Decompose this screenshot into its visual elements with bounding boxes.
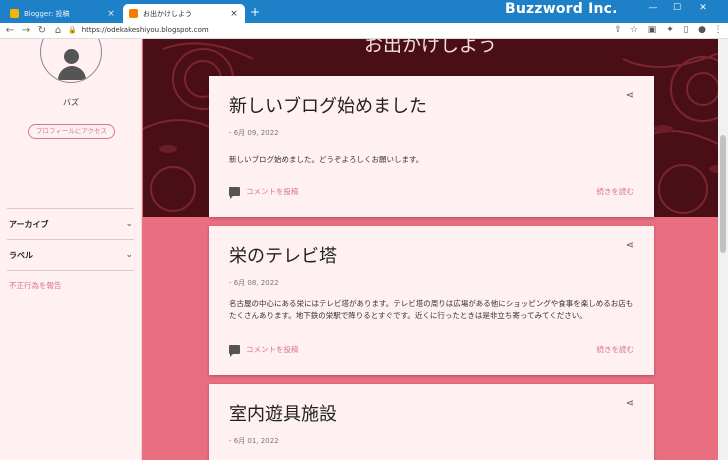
- sidebar-item-archive[interactable]: アーカイブ ⌄: [0, 209, 142, 239]
- comment-icon: [229, 345, 240, 357]
- share-icon[interactable]: ⋖: [626, 240, 634, 251]
- scrollbar-thumb[interactable]: [720, 135, 726, 253]
- tab-blogger-posts[interactable]: Blogger: 投稿 ×: [4, 4, 122, 23]
- blogger-favicon-icon: [10, 9, 19, 18]
- browser-tab-bar: Blogger: 投稿 × お出かけしよう × + Buzzword Inc. …: [0, 0, 728, 23]
- reload-icon[interactable]: ↻: [36, 24, 48, 37]
- watermark-text: Buzzword Inc.: [505, 1, 618, 17]
- profile-icon[interactable]: ●: [696, 24, 708, 37]
- sidebar-item-labels[interactable]: ラベル ⌄: [0, 240, 142, 270]
- maximize-button[interactable]: ☐: [668, 3, 686, 13]
- extension-icon[interactable]: ▣: [646, 24, 658, 37]
- menu-icon[interactable]: ⋮: [712, 24, 724, 37]
- post-date[interactable]: - 6月 01, 2022: [229, 436, 279, 446]
- read-more-link[interactable]: 続きを読む: [597, 344, 635, 355]
- forward-icon[interactable]: →: [20, 24, 32, 37]
- avatar-body-shape: [58, 66, 86, 80]
- chevron-down-icon: ⌄: [125, 219, 133, 229]
- post-date[interactable]: - 6月 09, 2022: [229, 128, 279, 138]
- post-card: ⋖ 室内遊具施設 - 6月 01, 2022: [209, 384, 654, 460]
- read-more-link[interactable]: 続きを読む: [597, 186, 635, 197]
- report-abuse-link[interactable]: 不正行為を報告: [9, 280, 62, 291]
- post-comment-link[interactable]: コメントを投稿: [229, 344, 299, 357]
- blog-title[interactable]: お出かけしよう: [143, 39, 718, 57]
- comment-label: コメントを投稿: [246, 187, 299, 196]
- divider: [7, 270, 134, 271]
- blog-page: お出かけしよう バズ プロフィールにアクセス アーカイブ ⌄ ラベル ⌄ 不正行…: [0, 39, 728, 460]
- avatar[interactable]: [40, 39, 102, 83]
- minimize-button[interactable]: —: [644, 3, 662, 13]
- post-title[interactable]: 室内遊具施設: [229, 400, 337, 426]
- share-icon[interactable]: ⋖: [626, 90, 634, 101]
- post-snippet: 新しいブログ始めました。どうぞよろしくお願いします。: [229, 155, 424, 164]
- sidebar: バズ プロフィールにアクセス アーカイブ ⌄ ラベル ⌄ 不正行為を報告: [0, 39, 142, 460]
- post-comment-link[interactable]: コメントを投稿: [229, 186, 299, 199]
- tab-blog-page[interactable]: お出かけしよう ×: [123, 4, 245, 23]
- visit-profile-button[interactable]: プロフィールにアクセス: [28, 124, 115, 139]
- star-icon[interactable]: ☆: [628, 24, 640, 37]
- tab-close-icon[interactable]: ×: [106, 9, 116, 19]
- sidepanel-icon[interactable]: ▯: [680, 24, 692, 37]
- sidebar-item-label: アーカイブ: [9, 219, 49, 229]
- chevron-down-icon: ⌄: [125, 250, 133, 260]
- close-window-button[interactable]: ✕: [694, 3, 712, 13]
- new-tab-button[interactable]: +: [250, 6, 260, 18]
- comment-label: コメントを投稿: [246, 345, 299, 354]
- back-icon[interactable]: ←: [4, 24, 16, 37]
- profile-name: バズ: [63, 98, 79, 107]
- tab-title: Blogger: 投稿: [24, 9, 70, 18]
- browser-toolbar: ← → ↻ ⌂ 🔒 https://odekakeshiyou.blogspot…: [0, 23, 728, 39]
- blogger-favicon-icon: [129, 9, 138, 18]
- share-icon[interactable]: ⋖: [626, 398, 634, 409]
- post-snippet: 名古屋の中心にある栄にはテレビ塔があります。テレビ塔の周りは広場がある他にショッ…: [229, 299, 634, 320]
- share-icon[interactable]: ⇪: [612, 24, 624, 37]
- address-bar[interactable]: 🔒 https://odekakeshiyou.blogspot.com: [68, 24, 628, 37]
- tab-title: お出かけしよう: [143, 9, 192, 18]
- lock-icon: 🔒: [68, 26, 77, 34]
- tab-close-icon[interactable]: ×: [229, 9, 239, 19]
- post-date[interactable]: - 6月 08, 2022: [229, 278, 279, 288]
- url-text: https://odekakeshiyou.blogspot.com: [81, 26, 209, 34]
- home-icon[interactable]: ⌂: [52, 24, 64, 37]
- sidebar-item-label: ラベル: [9, 250, 33, 260]
- puzzle-icon[interactable]: ✦: [664, 24, 676, 37]
- post-card: ⋖ 栄のテレビ塔 - 6月 08, 2022 名古屋の中心にある栄にはテレビ塔が…: [209, 226, 654, 375]
- comment-icon: [229, 187, 240, 199]
- avatar-head-shape: [64, 49, 79, 64]
- post-card: ⋖ 新しいブログ始めました - 6月 09, 2022 新しいブログ始めました。…: [209, 76, 654, 217]
- post-title[interactable]: 新しいブログ始めました: [229, 92, 427, 118]
- post-title[interactable]: 栄のテレビ塔: [229, 242, 337, 268]
